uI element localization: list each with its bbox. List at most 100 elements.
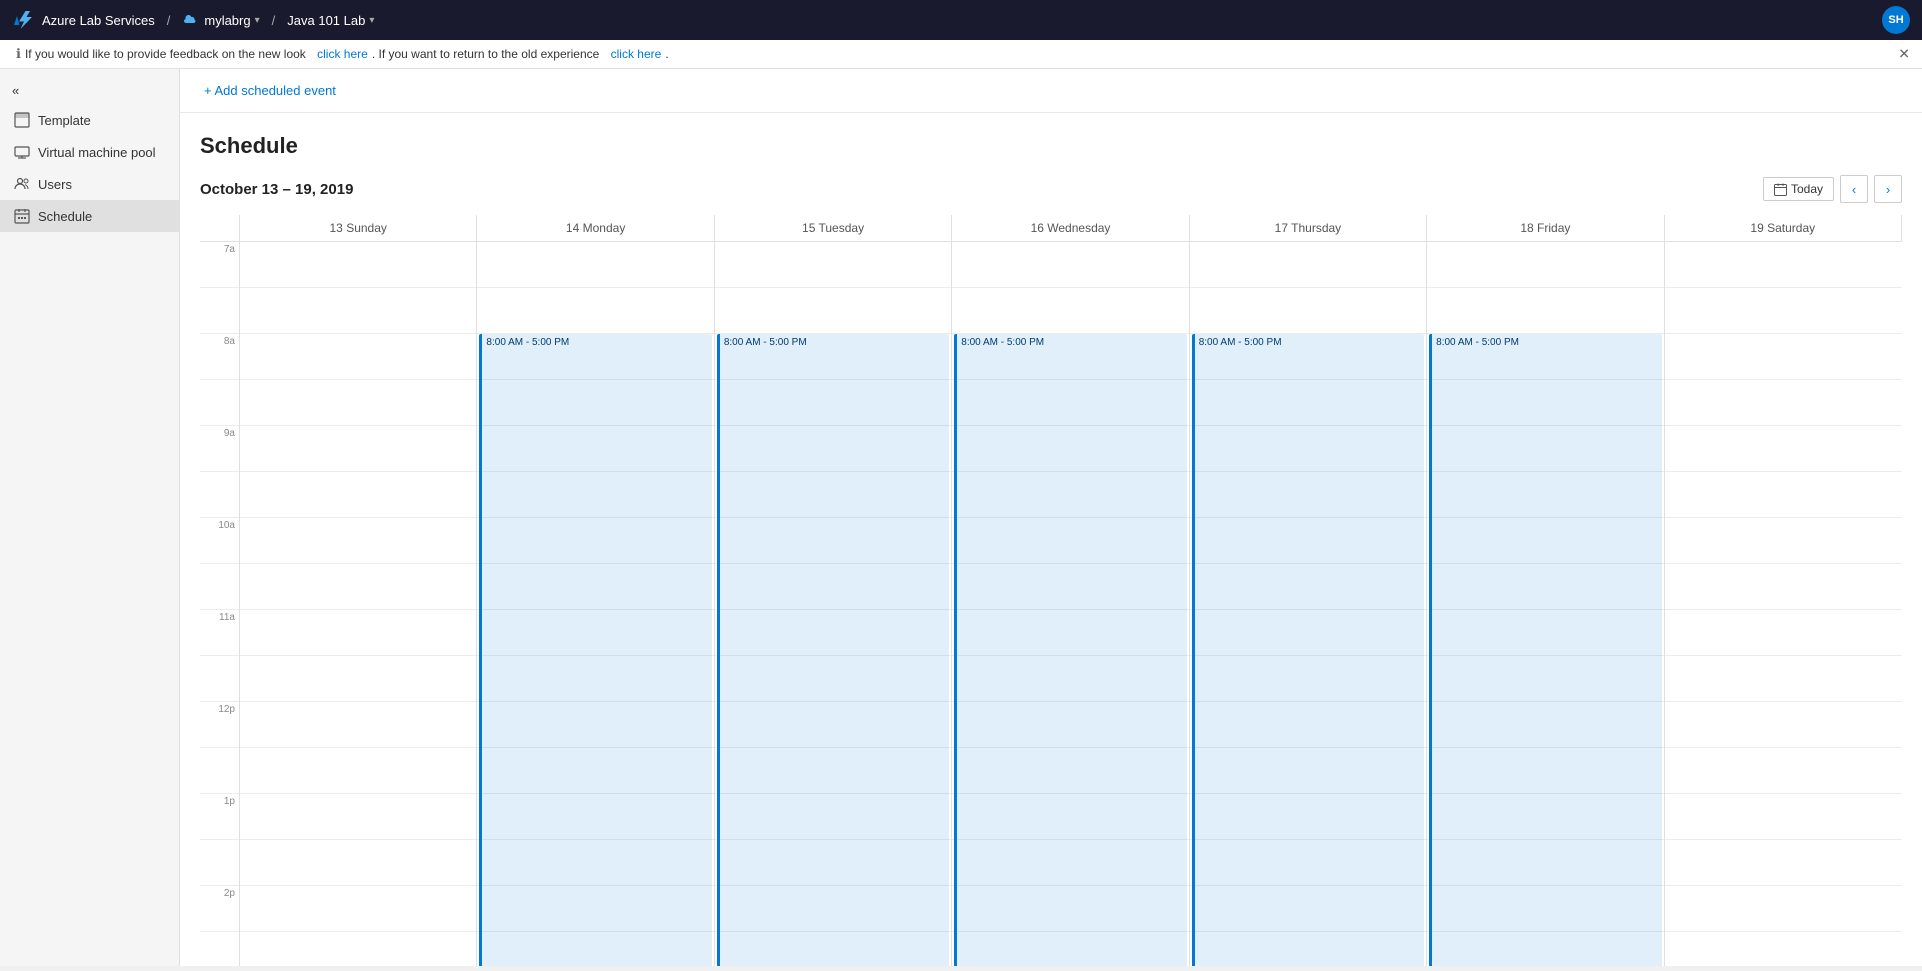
- hour-row: [1190, 932, 1426, 966]
- info-icon: ℹ: [16, 46, 21, 62]
- time-slot-8: 11a: [200, 610, 239, 656]
- hour-row: [715, 518, 951, 564]
- hour-row: [1665, 472, 1902, 518]
- hour-row: [952, 472, 1188, 518]
- hour-row: [477, 564, 713, 610]
- user-avatar[interactable]: SH: [1882, 6, 1910, 34]
- today-label: Today: [1791, 182, 1823, 196]
- day-header-mon: 14 Monday: [477, 215, 714, 241]
- hour-row: [477, 380, 713, 426]
- main-layout: « Template Virtual machine pool: [0, 69, 1922, 966]
- hour-row: [1190, 610, 1426, 656]
- topnav-right: SH: [1882, 6, 1910, 34]
- hour-row: [240, 472, 476, 518]
- day-header-sun: 13 Sunday: [240, 215, 477, 241]
- hour-row: [1190, 840, 1426, 886]
- hour-row: [715, 748, 951, 794]
- calendar-container: 13 Sunday 14 Monday 15 Tuesday 16 Wednes…: [200, 215, 1902, 966]
- sidebar-item-users[interactable]: Users: [0, 168, 179, 200]
- next-week-button[interactable]: ›: [1874, 175, 1902, 203]
- chevron-down-icon-2: ▾: [369, 15, 374, 26]
- nav-breadcrumb: mylabrg ▾ / Java 101 Lab ▾: [182, 11, 378, 30]
- hour-row: [240, 794, 476, 840]
- vm-icon: [14, 144, 30, 160]
- hour-row: [952, 564, 1188, 610]
- hour-row: [715, 288, 951, 334]
- hour-row: [477, 426, 713, 472]
- hour-row: [715, 932, 951, 966]
- hour-row: [1665, 932, 1902, 966]
- day-header-thu: 17 Thursday: [1190, 215, 1427, 241]
- feedback-text-mid: . If you want to return to the old exper…: [372, 47, 599, 61]
- hour-row: [952, 932, 1188, 966]
- cal-day-col-tue[interactable]: 8:00 AM - 5:00 PM↻: [715, 242, 952, 966]
- cloud-icon: [182, 13, 196, 27]
- hour-row: [240, 610, 476, 656]
- hour-row: [1190, 656, 1426, 702]
- hour-row: [240, 932, 476, 966]
- hour-row: [1190, 794, 1426, 840]
- hour-row: [952, 840, 1188, 886]
- hour-row: [952, 426, 1188, 472]
- hour-row: [1190, 748, 1426, 794]
- hour-row: [952, 380, 1188, 426]
- hour-row: [477, 932, 713, 966]
- hour-row: [715, 564, 951, 610]
- time-slot-15: [200, 932, 239, 966]
- sidebar: « Template Virtual machine pool: [0, 69, 180, 966]
- hour-row: [952, 288, 1188, 334]
- hour-row: [1190, 426, 1426, 472]
- hour-row: [477, 656, 713, 702]
- breadcrumb-java101[interactable]: Java 101 Lab ▾: [283, 11, 378, 30]
- hour-row: [1427, 748, 1663, 794]
- sidebar-item-vm-pool[interactable]: Virtual machine pool: [0, 136, 179, 168]
- cal-day-col-thu[interactable]: 8:00 AM - 5:00 PM↻: [1190, 242, 1427, 966]
- today-button[interactable]: Today: [1763, 177, 1834, 201]
- time-slot-12: 1p: [200, 794, 239, 840]
- hour-row: [477, 610, 713, 656]
- hour-row: [240, 840, 476, 886]
- hour-row: [952, 886, 1188, 932]
- cal-day-col-wed[interactable]: 8:00 AM - 5:00 PM↻: [952, 242, 1189, 966]
- hour-row: [240, 564, 476, 610]
- time-gutter-header: [200, 215, 240, 241]
- hour-row: [1190, 472, 1426, 518]
- hour-row: [1427, 242, 1663, 288]
- calendar-icon: [1774, 183, 1787, 196]
- day-header-tue: 15 Tuesday: [715, 215, 952, 241]
- add-scheduled-event-button[interactable]: + Add scheduled event: [200, 79, 340, 102]
- hour-row: [715, 794, 951, 840]
- hour-row: [952, 334, 1188, 380]
- sidebar-collapse-button[interactable]: «: [0, 77, 179, 104]
- feedback-link1[interactable]: click here: [317, 47, 368, 61]
- hour-row: [477, 242, 713, 288]
- sidebar-item-template[interactable]: Template: [0, 104, 179, 136]
- hour-row: [240, 426, 476, 472]
- sidebar-item-schedule[interactable]: Schedule: [0, 200, 179, 232]
- hour-row: [477, 288, 713, 334]
- feedback-link2[interactable]: click here: [611, 47, 662, 61]
- calendar-date-range: October 13 – 19, 2019: [200, 181, 353, 198]
- hour-row: [1665, 380, 1902, 426]
- schedule-icon: [14, 208, 30, 224]
- hour-row: [240, 886, 476, 932]
- close-icon[interactable]: ✕: [1898, 46, 1910, 63]
- feedback-text-suffix: .: [665, 47, 668, 61]
- hour-row: [1427, 932, 1663, 966]
- hour-row: [1427, 702, 1663, 748]
- time-slot-5: [200, 472, 239, 518]
- nav-separator-2: /: [272, 13, 276, 28]
- cal-day-col-mon[interactable]: 8:00 AM - 5:00 PM↻: [477, 242, 714, 966]
- hour-row: [952, 518, 1188, 564]
- hour-row: [477, 702, 713, 748]
- cal-day-col-sun: [240, 242, 477, 966]
- breadcrumb-mylabrg[interactable]: mylabrg ▾: [200, 11, 263, 30]
- hour-row: [1427, 288, 1663, 334]
- hour-row: [240, 748, 476, 794]
- prev-week-button[interactable]: ‹: [1840, 175, 1868, 203]
- cal-day-col-sat: [1665, 242, 1902, 966]
- cal-day-col-fri[interactable]: 8:00 AM - 5:00 PM↻: [1427, 242, 1664, 966]
- time-gutter: 7a8a9a10a11a12p1p2p3p4p5p6p: [200, 242, 240, 966]
- hour-row: [240, 656, 476, 702]
- hour-row: [715, 242, 951, 288]
